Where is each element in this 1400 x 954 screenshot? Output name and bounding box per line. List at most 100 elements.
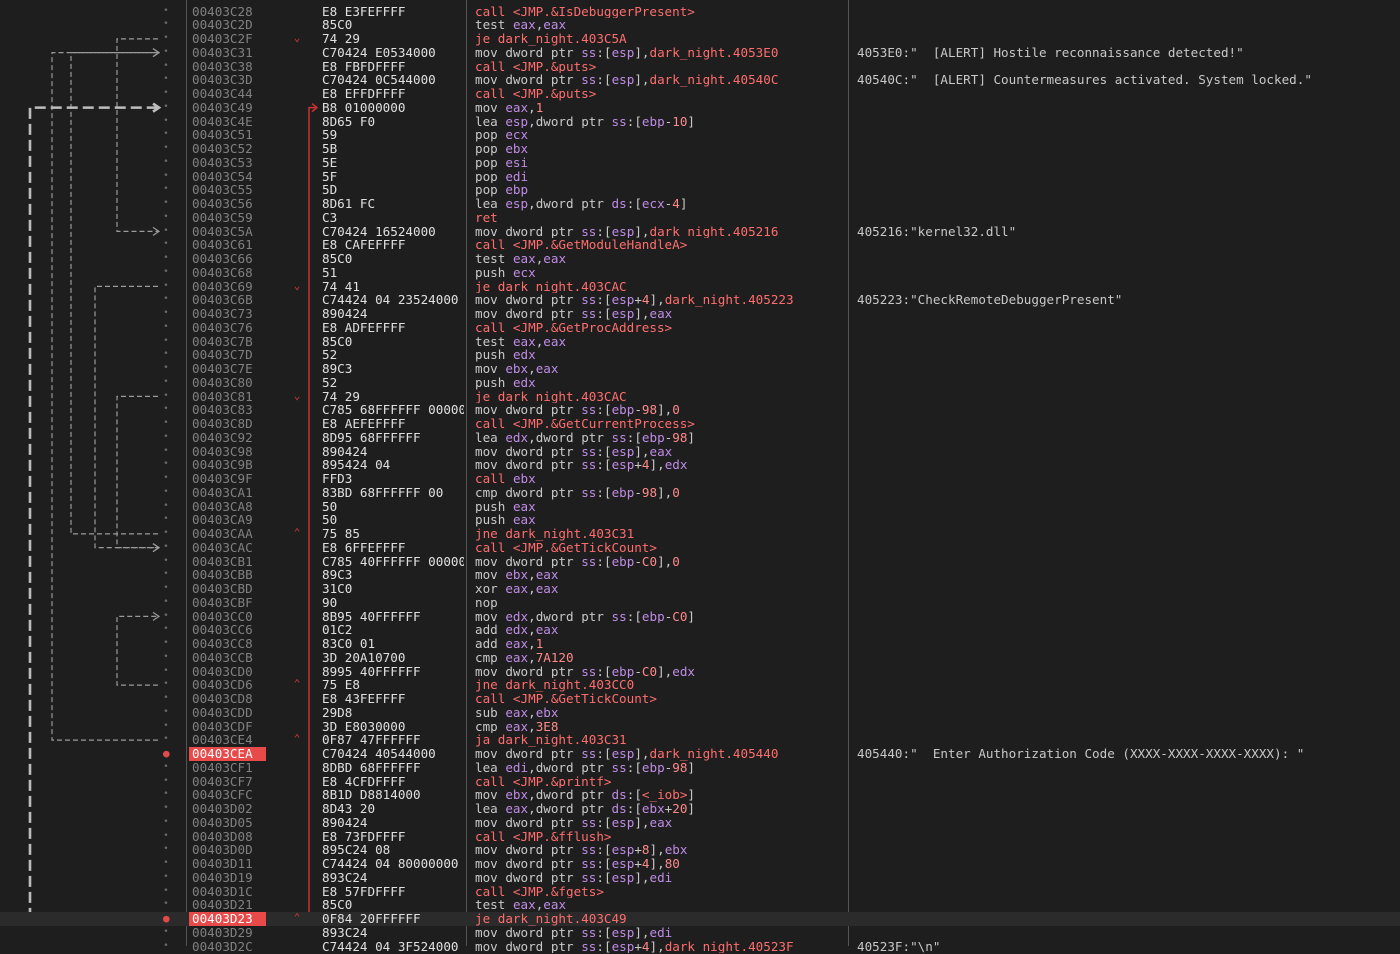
breakpoint-gutter-dot[interactable]: • <box>163 128 169 142</box>
breakpoint-gutter-dot[interactable]: • <box>163 211 169 225</box>
instruction-cell[interactable]: call <JMP.&IsDebuggerPresent> <box>475 5 845 19</box>
instruction-cell[interactable]: je dark_night.403CAC <box>475 390 845 404</box>
breakpoint-gutter-dot[interactable]: • <box>163 775 169 789</box>
instruction-cell[interactable]: mov dword ptr ss:[ebp-C0],0 <box>475 555 845 569</box>
instruction-row[interactable]: • 00403CA8 50 push eax <box>0 499 1400 514</box>
instruction-cell[interactable]: call <JMP.&printf> <box>475 775 845 789</box>
instruction-cell[interactable]: push eax <box>475 513 845 527</box>
instruction-cell[interactable]: jne dark_night.403CC0 <box>475 678 845 692</box>
address-cell[interactable]: 00403CBB <box>189 568 266 582</box>
instruction-cell[interactable]: lea esp,dword ptr ss:[ebp-10] <box>475 115 845 129</box>
instruction-row[interactable]: • 00403C9F FFD3 call ebx <box>0 472 1400 486</box>
address-cell[interactable]: 00403C52 <box>189 142 266 156</box>
breakpoint-gutter-dot[interactable]: • <box>163 403 169 417</box>
breakpoint-gutter-dot[interactable]: • <box>163 623 169 637</box>
instruction-cell[interactable]: mov dword ptr ss:[esp+8],ebx <box>475 843 845 857</box>
instruction-row[interactable]: • 00403CBB 89C3 mov ebx,eax <box>0 568 1400 582</box>
address-cell[interactable]: 00403C69 <box>189 279 266 294</box>
breakpoint-gutter-dot[interactable]: • <box>163 596 169 610</box>
instruction-row[interactable]: • 00403C28 E8 E3FEFFFF call <JMP.&IsDebugge… <box>0 4 1400 19</box>
instruction-row[interactable]: • 00403D05 890424 mov dword ptr ss:[esp],ea… <box>0 815 1400 830</box>
instruction-cell[interactable]: mov dword ptr ss:[esp],dark_night.405440 <box>475 747 845 761</box>
instruction-row[interactable]: • 00403CF7 E8 4CFDFFFF call <JMP.&printf> <box>0 774 1400 789</box>
instruction-cell[interactable]: cmp eax,7A120 <box>475 651 845 665</box>
instruction-cell[interactable]: mov dword ptr ss:[esp],dark_night.405216 <box>475 225 845 239</box>
instruction-cell[interactable]: sub eax,ebx <box>475 706 845 720</box>
instruction-row[interactable]: • 00403C2F ⌄ 74 29 je dark_night.403C5A <box>0 31 1400 46</box>
breakpoint-gutter-dot[interactable]: • <box>163 417 169 431</box>
address-cell[interactable]: 00403C80 <box>189 375 266 390</box>
breakpoint-gutter-dot[interactable]: • <box>163 761 169 775</box>
instruction-row[interactable]: • 00403CDD 29D8 sub eax,ebx <box>0 705 1400 720</box>
address-cell[interactable]: 00403CEA <box>189 747 266 761</box>
address-cell[interactable]: 00403C31 <box>189 45 266 60</box>
address-cell[interactable]: 00403D02 <box>189 802 266 816</box>
breakpoint-gutter-dot[interactable]: • <box>163 101 169 115</box>
instruction-cell[interactable]: nop <box>475 596 845 610</box>
address-cell[interactable]: 00403CA1 <box>189 485 266 500</box>
address-cell[interactable]: 00403C9F <box>189 472 266 486</box>
address-cell[interactable]: 00403C49 <box>189 100 266 115</box>
breakpoint-gutter-dot[interactable]: • <box>163 871 169 885</box>
address-cell[interactable]: 00403C55 <box>189 183 266 197</box>
instruction-row[interactable]: • 00403C66 85C0 test eax,eax <box>0 252 1400 266</box>
address-cell[interactable]: 00403D05 <box>189 815 266 830</box>
address-cell[interactable]: 00403C2D <box>189 18 266 32</box>
instruction-row[interactable]: • 00403C49 B8 01000000 mov eax,1 <box>0 100 1400 115</box>
instruction-row[interactable]: • 00403C83 C785 68FFFFFF 00000 mov dword pt… <box>0 403 1400 417</box>
address-cell[interactable]: 00403D08 <box>189 829 266 844</box>
breakpoint-gutter-dot[interactable]: • <box>163 926 169 940</box>
instruction-cell[interactable]: mov ebx,eax <box>475 568 845 582</box>
breakpoint-gutter-dot[interactable]: • <box>163 486 169 500</box>
instruction-cell[interactable]: call <JMP.&GetModuleHandleA> <box>475 238 845 252</box>
instruction-row[interactable]: • 00403C5A C70424 16524000 mov dword ptr ss… <box>0 224 1400 239</box>
instruction-row[interactable]: • 00403C68 51 push ecx <box>0 265 1400 280</box>
instruction-cell[interactable]: push edx <box>475 348 845 362</box>
breakpoint-gutter-dot[interactable]: • <box>163 678 169 692</box>
instruction-cell[interactable]: pop ecx <box>475 128 845 142</box>
instruction-row[interactable]: • 00403C76 E8 ADFEFFFF call <JMP.&GetProcAd… <box>0 320 1400 335</box>
address-cell[interactable]: 00403CC0 <box>189 609 266 624</box>
address-cell[interactable]: 00403C61 <box>189 238 266 252</box>
instruction-cell[interactable]: pop ebp <box>475 183 845 197</box>
instruction-row[interactable]: • 00403CA9 50 push eax <box>0 513 1400 527</box>
address-cell[interactable]: 00403C7B <box>189 334 266 349</box>
instruction-cell[interactable]: add eax,1 <box>475 637 845 651</box>
address-cell[interactable]: 00403C38 <box>189 59 266 74</box>
instruction-cell[interactable]: jne dark_night.403C31 <box>475 527 845 541</box>
instruction-row[interactable]: • 00403C73 890424 mov dword ptr ss:[esp],ea… <box>0 307 1400 321</box>
instruction-row[interactable]: • 00403CD0 8995 40FFFFFF mov dword ptr ss:[… <box>0 664 1400 679</box>
instruction-row[interactable]: • 00403D29 893C24 mov dword ptr ss:[esp],ed… <box>0 925 1400 940</box>
breakpoint-gutter-dot[interactable]: • <box>163 555 169 569</box>
instruction-cell[interactable]: call <JMP.&GetProcAddress> <box>475 321 845 335</box>
instruction-row[interactable]: • 00403D1C E8 57FDFFFF call <JMP.&fgets> <box>0 884 1400 899</box>
breakpoint-gutter-dot[interactable]: • <box>163 362 169 376</box>
address-cell[interactable]: 00403CC8 <box>189 637 266 651</box>
breakpoint-gutter-dot[interactable]: • <box>163 857 169 871</box>
instruction-row[interactable]: • 00403C56 8D61 FC lea esp,dword ptr ds:[ec… <box>0 197 1400 211</box>
instruction-row[interactable]: • 00403CD6 ⌃ 75 E8 jne dark_night.403CC0 <box>0 677 1400 692</box>
instruction-cell[interactable]: pop ebx <box>475 142 845 156</box>
address-cell[interactable]: 00403D2C <box>189 939 266 954</box>
instruction-row[interactable]: • 00403CBF 90 nop <box>0 595 1400 610</box>
address-cell[interactable]: 00403CDD <box>189 705 266 720</box>
instruction-cell[interactable]: call ebx <box>475 472 845 486</box>
breakpoint-gutter-dot[interactable]: • <box>163 280 169 294</box>
address-cell[interactable]: 00403CF1 <box>189 760 266 775</box>
instruction-row[interactable]: • 00403CC8 83C0 01 add eax,1 <box>0 637 1400 651</box>
instruction-cell[interactable]: mov dword ptr ss:[ebp-C0],edx <box>475 665 845 679</box>
address-cell[interactable]: 00403C83 <box>189 403 266 417</box>
address-cell[interactable]: 00403C68 <box>189 265 266 280</box>
breakpoint-gutter-dot[interactable]: • <box>163 706 169 720</box>
address-cell[interactable]: 00403CBD <box>189 582 266 596</box>
breakpoint-gutter-dot[interactable]: • <box>163 238 169 252</box>
breakpoint-gutter-dot[interactable]: • <box>163 692 169 706</box>
instruction-cell[interactable]: pop edi <box>475 170 845 184</box>
breakpoint-gutter-dot[interactable]: • <box>163 307 169 321</box>
instruction-cell[interactable]: call <JMP.&puts> <box>475 87 845 101</box>
instruction-cell[interactable]: mov ebx,eax <box>475 362 845 376</box>
address-cell[interactable]: 00403D23 <box>189 912 266 926</box>
instruction-row[interactable]: ● 00403D23 ⌃ 0F84 20FFFFFF je dark_night.403… <box>0 911 1400 926</box>
breakpoint-gutter-dot[interactable]: • <box>163 445 169 459</box>
breakpoint-gutter-dot[interactable]: • <box>163 46 169 60</box>
